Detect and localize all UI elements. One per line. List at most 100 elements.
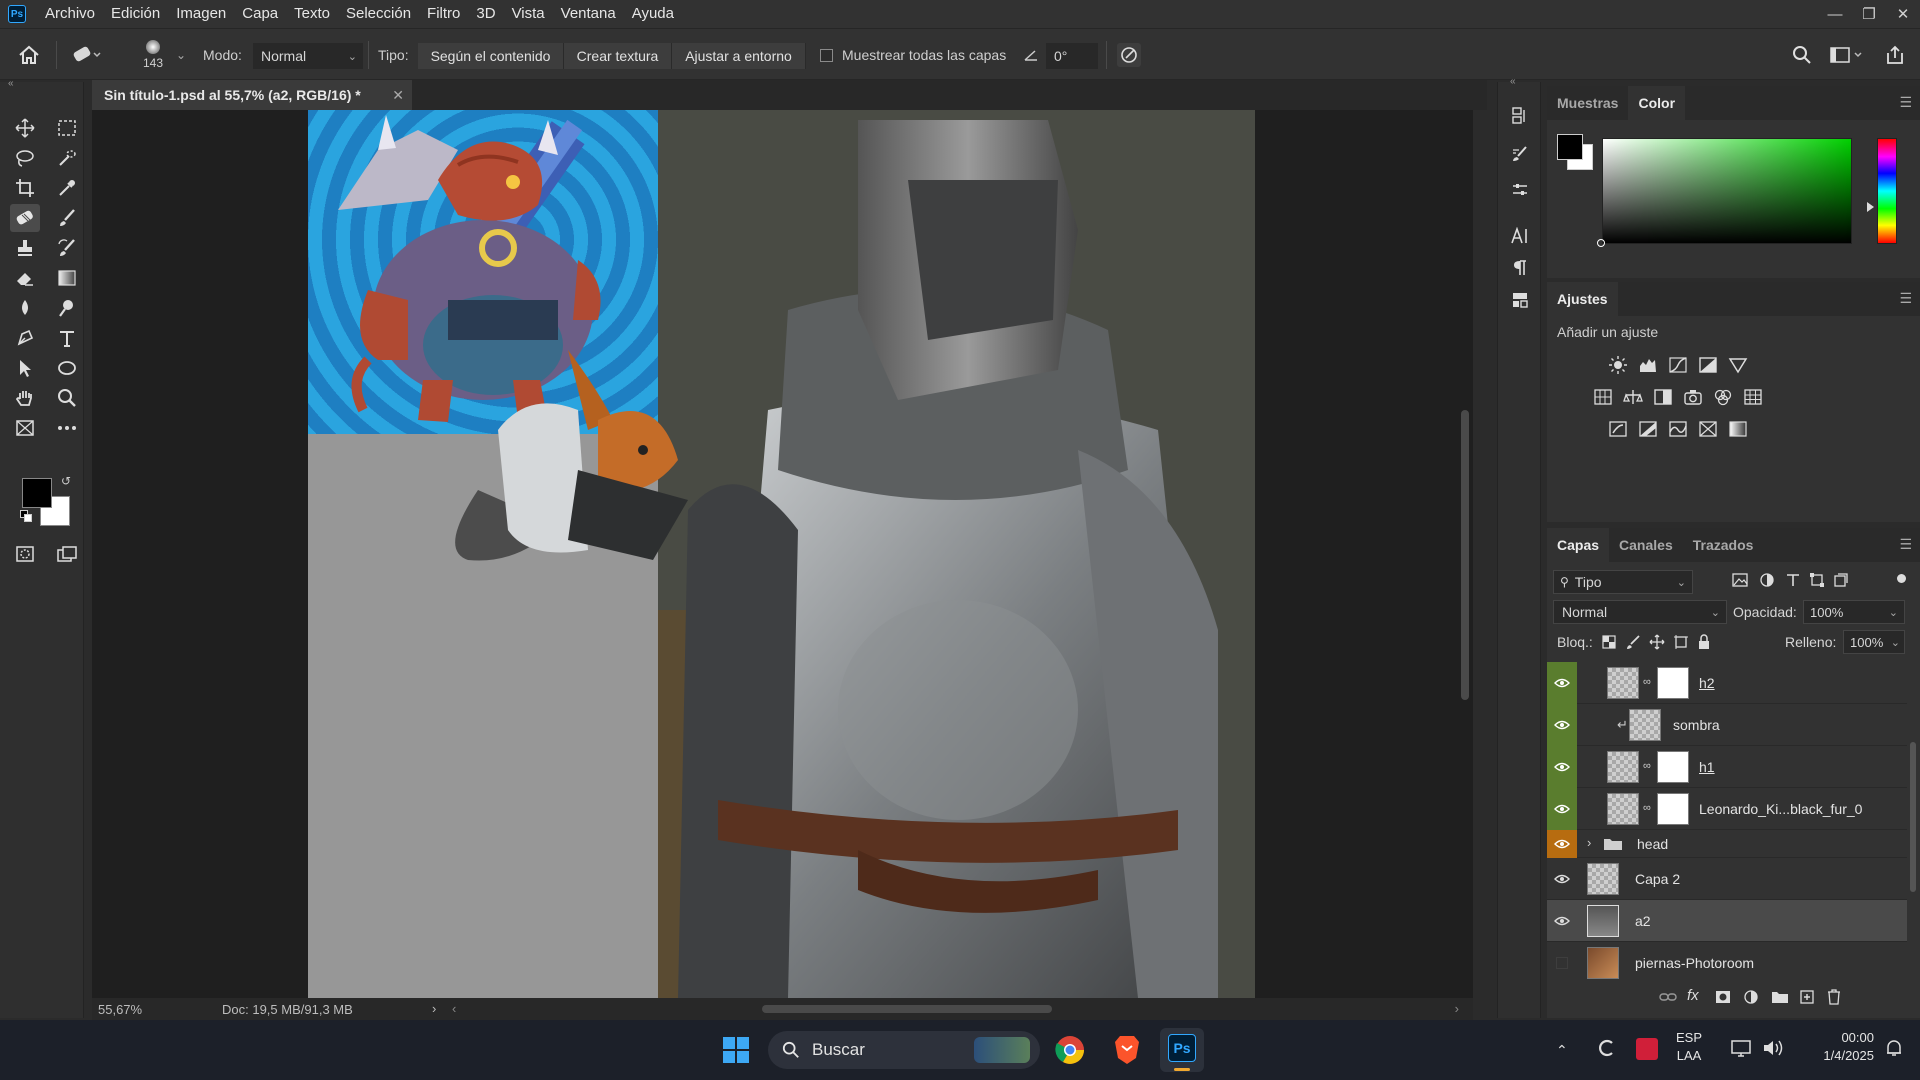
lock-image-pixels-icon[interactable] — [1625, 634, 1641, 653]
layer-row[interactable]: piernas-Photoroom — [1547, 942, 1907, 980]
workspace-icon[interactable] — [1830, 29, 1864, 81]
restore-icon[interactable]: ❐ — [1852, 0, 1886, 28]
tab-canales[interactable]: Canales — [1609, 528, 1683, 562]
panel-menu-icon[interactable]: ☰ — [1899, 290, 1912, 307]
menu-filtro[interactable]: Filtro — [419, 0, 468, 28]
eye-hidden-slot[interactable] — [1547, 942, 1577, 980]
curves-icon[interactable] — [1667, 354, 1689, 376]
invert-icon[interactable] — [1607, 418, 1629, 440]
menu-edicion[interactable]: Edición — [103, 0, 168, 28]
eye-icon[interactable] — [1547, 788, 1577, 830]
brush-settings-panel-icon[interactable] — [1506, 140, 1534, 168]
tray-app-icon[interactable] — [1598, 1038, 1618, 1061]
new-layer-icon[interactable] — [1799, 989, 1815, 1008]
photo-filter-icon[interactable] — [1682, 386, 1704, 408]
default-colors-icon[interactable] — [20, 510, 32, 522]
pressure-size-icon[interactable] — [1116, 29, 1142, 81]
hue-saturation-icon[interactable] — [1592, 386, 1614, 408]
tab-muestras[interactable]: Muestras — [1547, 86, 1628, 120]
quick-mask-icon[interactable] — [10, 540, 40, 568]
layers-scrollbar[interactable] — [1909, 662, 1917, 980]
frame-tool-icon[interactable] — [10, 414, 40, 442]
more-tools-icon[interactable] — [52, 414, 82, 442]
zoom-tool-icon[interactable] — [52, 384, 82, 412]
delete-layer-icon[interactable] — [1827, 989, 1841, 1008]
rectangular-marquee-tool-icon[interactable] — [52, 114, 82, 142]
share-icon[interactable] — [1885, 29, 1905, 81]
menu-texto[interactable]: Texto — [286, 0, 338, 28]
vertical-scrollbar[interactable] — [1459, 110, 1469, 998]
exposure-icon[interactable] — [1697, 354, 1719, 376]
zoom-level[interactable]: 55,67% — [98, 1002, 142, 1017]
vertical-scrollbar-thumb[interactable] — [1461, 410, 1469, 700]
filter-adjustment-layers-icon[interactable] — [1759, 572, 1775, 591]
pen-tool-icon[interactable] — [10, 324, 40, 352]
lock-all-icon[interactable] — [1697, 634, 1711, 653]
tab-trazados[interactable]: Trazados — [1683, 528, 1764, 562]
eraser-tool-icon[interactable] — [10, 264, 40, 292]
add-mask-icon[interactable] — [1715, 990, 1731, 1007]
photoshop-taskbar-button[interactable]: Ps — [1160, 1028, 1204, 1072]
tab-color[interactable]: Color — [1628, 86, 1686, 120]
threshold-icon[interactable] — [1667, 418, 1689, 440]
color-panel-foreground-swatch[interactable] — [1557, 134, 1583, 160]
screen-mode-icon[interactable] — [52, 540, 82, 568]
new-fill-adjustment-icon[interactable] — [1743, 989, 1759, 1008]
menu-ayuda[interactable]: Ayuda — [624, 0, 682, 28]
taskbar-clock[interactable]: 00:00 1/4/2025 — [1810, 1029, 1874, 1065]
brush-size-picker[interactable]: 143 — [143, 29, 163, 81]
filter-toggle-icon[interactable] — [1897, 574, 1906, 583]
link-layers-icon[interactable] — [1659, 990, 1677, 1007]
layer-row[interactable]: Capa 2 — [1547, 858, 1907, 900]
menu-capa[interactable]: Capa — [234, 0, 286, 28]
foreground-color-swatch[interactable] — [22, 478, 52, 508]
close-tab-icon[interactable]: ✕ — [392, 87, 404, 104]
panel-menu-icon[interactable]: ☰ — [1899, 94, 1912, 111]
home-icon[interactable] — [18, 29, 40, 81]
brush-tool-icon[interactable] — [52, 204, 82, 232]
channel-mixer-icon[interactable] — [1712, 386, 1734, 408]
posterize-icon[interactable] — [1637, 418, 1659, 440]
layer-row[interactable]: ∞ h2 — [1547, 662, 1907, 704]
layer-row-selected[interactable]: a2 — [1547, 900, 1907, 942]
filter-shape-layers-icon[interactable] — [1809, 572, 1825, 591]
lock-transparent-pixels-icon[interactable] — [1601, 634, 1617, 653]
chrome-app-icon[interactable] — [1054, 1034, 1086, 1069]
panel-menu-icon[interactable]: ☰ — [1899, 536, 1912, 553]
color-picker-field[interactable] — [1602, 138, 1852, 244]
layer-mask-thumbnail[interactable] — [1657, 751, 1689, 783]
layer-group-row[interactable]: › head — [1547, 830, 1907, 858]
minimize-icon[interactable]: — — [1818, 0, 1852, 28]
layer-filter-select[interactable]: ⚲ Tipo ⌄ — [1553, 570, 1693, 594]
hue-slider-handle[interactable] — [1867, 202, 1874, 212]
swap-colors-icon[interactable]: ↺ — [61, 474, 71, 488]
tray-red-app-icon[interactable] — [1636, 1038, 1658, 1060]
eye-icon[interactable] — [1547, 900, 1577, 942]
brush-size-chevron-icon[interactable]: ⌄ — [176, 29, 186, 81]
gradient-tool-icon[interactable] — [52, 264, 82, 292]
eyedropper-tool-icon[interactable] — [52, 174, 82, 202]
quick-selection-tool-icon[interactable] — [52, 144, 82, 172]
tab-capas[interactable]: Capas — [1547, 528, 1610, 562]
show-hidden-icons-icon[interactable]: ⌃ — [1556, 1042, 1568, 1059]
eye-icon[interactable] — [1547, 662, 1577, 704]
eye-icon[interactable] — [1547, 858, 1577, 900]
eye-icon[interactable] — [1547, 746, 1577, 788]
menu-ventana[interactable]: Ventana — [553, 0, 624, 28]
taskbar-search-box[interactable]: Buscar — [768, 1031, 1040, 1069]
path-selection-tool-icon[interactable] — [10, 354, 40, 382]
document-size-info[interactable]: Doc: 19,5 MB/91,3 MB — [222, 1002, 353, 1017]
opacity-input[interactable]: 100% ⌄ — [1803, 600, 1905, 624]
scroll-left-icon[interactable]: ‹ — [452, 1001, 456, 1016]
angle-input[interactable]: 0° — [1046, 43, 1098, 69]
move-tool-icon[interactable] — [10, 114, 40, 142]
filter-smart-objects-icon[interactable] — [1833, 572, 1849, 591]
filter-pixel-layers-icon[interactable] — [1731, 572, 1749, 591]
link-icon[interactable]: ∞ — [1643, 760, 1651, 772]
eye-icon[interactable] — [1547, 704, 1577, 746]
menu-vista[interactable]: Vista — [504, 0, 553, 28]
spot-healing-brush-tool-icon[interactable] — [10, 204, 40, 232]
sample-all-layers-checkbox[interactable]: Muestrear todas las capas — [820, 29, 1006, 81]
clone-stamp-tool-icon[interactable] — [10, 234, 40, 262]
canvas-area[interactable] — [92, 110, 1473, 998]
